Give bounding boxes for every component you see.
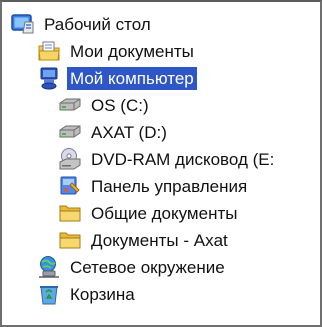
tree-item-label: Рабочий стол [44, 14, 151, 34]
tree-item-drive-c[interactable]: OS (C:) [57, 92, 152, 118]
folder-icon [57, 201, 83, 225]
tree-item-label: OS (C:) [91, 95, 149, 115]
tree-item-label: Сетевое окружение [70, 257, 225, 277]
dvd-drive-icon [57, 147, 83, 171]
folder-tree: Рабочий стол Мои документы Мой компьютер… [2, 2, 320, 325]
tree-item-network-places[interactable]: Сетевое окружение [36, 254, 228, 280]
hard-drive-icon [57, 120, 83, 144]
tree-item-drive-d[interactable]: AXAT (D:) [57, 119, 170, 145]
tree-item-label: Панель управления [91, 176, 248, 196]
tree-item-my-documents[interactable]: Мои документы [36, 38, 197, 64]
my-computer-icon [36, 66, 62, 90]
tree-item-label: DVD-RAM дисковод (E: [91, 149, 275, 169]
folder-tree-panel: Рабочий стол Мои документы Мой компьютер… [0, 0, 322, 327]
my-documents-icon [36, 39, 62, 63]
tree-item-dvd-drive[interactable]: DVD-RAM дисковод (E: [57, 146, 277, 172]
tree-item-label: Мой компьютер [67, 66, 197, 90]
tree-item-label: Мои документы [70, 41, 194, 61]
desktop-icon [10, 12, 36, 36]
tree-item-my-computer[interactable]: Мой компьютер [36, 65, 197, 91]
tree-item-recycle-bin[interactable]: Корзина [36, 281, 138, 307]
tree-item-label: Общие документы [91, 203, 238, 223]
control-panel-icon [57, 174, 83, 198]
recycle-bin-icon [36, 282, 62, 306]
tree-item-shared-documents[interactable]: Общие документы [57, 200, 240, 226]
tree-item-label: Документы - Axat [91, 230, 228, 250]
hard-drive-icon [57, 93, 83, 117]
tree-item-label: Корзина [70, 284, 135, 304]
tree-item-axat-documents[interactable]: Документы - Axat [57, 227, 231, 253]
tree-item-label: AXAT (D:) [91, 122, 167, 142]
network-places-icon [36, 255, 62, 279]
tree-item-desktop[interactable]: Рабочий стол [10, 11, 154, 37]
folder-icon [57, 228, 83, 252]
tree-item-control-panel[interactable]: Панель управления [57, 173, 250, 199]
